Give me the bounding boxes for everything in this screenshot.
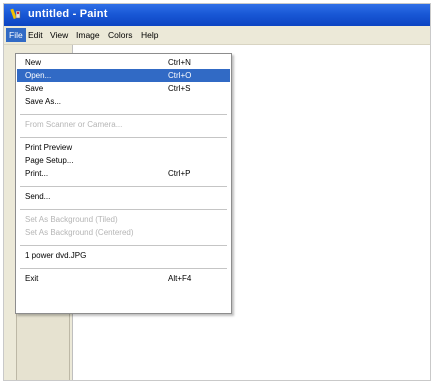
menu-separator — [20, 137, 227, 138]
menu-item-send[interactable]: Send... — [17, 190, 230, 203]
paint-window: untitled - Paint File Edit View Image Co… — [3, 3, 431, 381]
menu-bar: File Edit View Image Colors Help — [4, 26, 430, 45]
menu-separator — [20, 209, 227, 210]
paint-app-icon[interactable] — [10, 8, 23, 21]
file-menu-dropdown: New Ctrl+N Open... Ctrl+O Save Ctrl+S Sa… — [15, 53, 232, 314]
menu-item-exit[interactable]: Exit Alt+F4 — [17, 272, 230, 285]
menu-item-new[interactable]: New Ctrl+N — [17, 56, 230, 69]
menu-item-page-setup[interactable]: Page Setup... — [17, 154, 230, 167]
menu-separator — [20, 186, 227, 187]
menu-help[interactable]: Help — [138, 28, 161, 42]
menu-item-print-preview[interactable]: Print Preview — [17, 141, 230, 154]
menu-separator — [20, 114, 227, 115]
menu-image[interactable]: Image — [73, 28, 103, 42]
menu-view[interactable]: View — [47, 28, 71, 42]
menu-item-open[interactable]: Open... Ctrl+O — [17, 69, 230, 82]
menu-separator — [20, 268, 227, 269]
menu-file[interactable]: File — [6, 28, 26, 42]
window-title: untitled - Paint — [28, 8, 108, 20]
menu-item-recent-file[interactable]: 1 power dvd.JPG — [17, 249, 230, 262]
menu-item-from-scanner: From Scanner or Camera... — [25, 120, 123, 129]
menu-separator — [20, 245, 227, 246]
menu-edit[interactable]: Edit — [25, 28, 46, 42]
menu-item-print[interactable]: Print... Ctrl+P — [17, 167, 230, 180]
menu-item-set-bg-tiled: Set As Background (Tiled) — [25, 215, 118, 224]
menu-item-save-as[interactable]: Save As... — [17, 95, 230, 108]
title-bar[interactable]: untitled - Paint — [4, 4, 430, 26]
menu-colors[interactable]: Colors — [105, 28, 136, 42]
menu-item-set-bg-centered: Set As Background (Centered) — [25, 228, 134, 237]
menu-item-save[interactable]: Save Ctrl+S — [17, 82, 230, 95]
